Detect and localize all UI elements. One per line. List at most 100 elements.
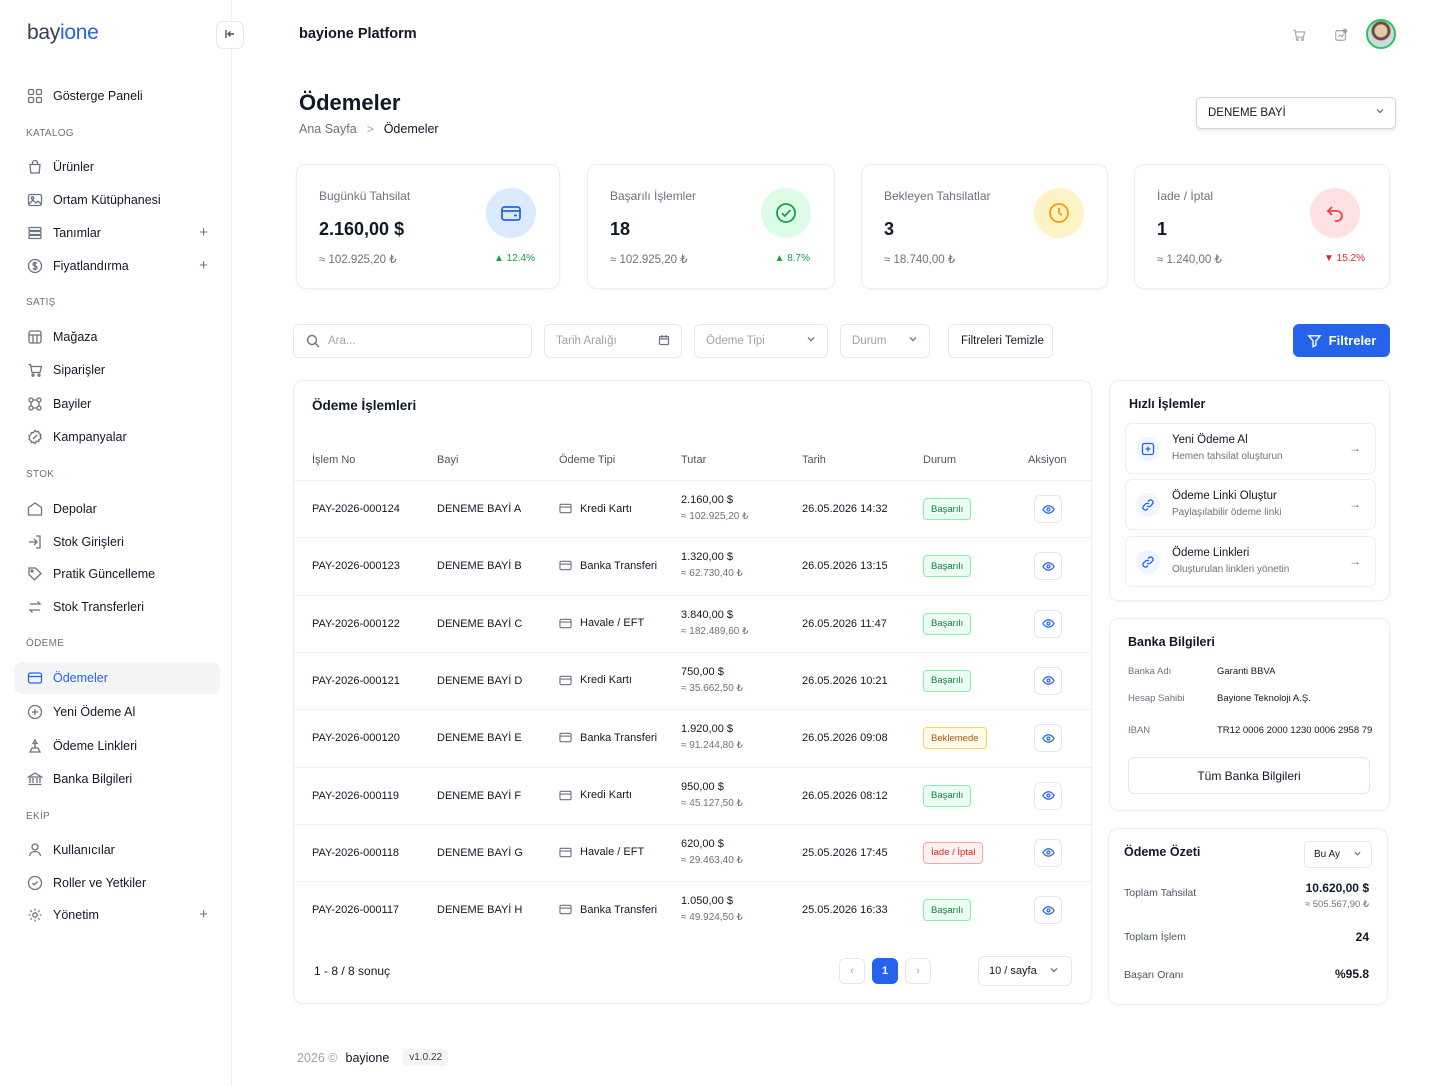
- quick-action-payment-links[interactable]: Ödeme Linkleri Oluşturulan linkleri yöne…: [1125, 536, 1376, 587]
- column-header[interactable]: Tarih: [802, 454, 826, 466]
- date-range-picker[interactable]: Tarih Aralığı: [544, 324, 682, 358]
- sidebar-item-management[interactable]: Yönetim +: [14, 899, 220, 931]
- quick-action-create-link[interactable]: Ödeme Linki Oluştur Paylaşılabilir ödeme…: [1125, 479, 1376, 530]
- sidebar-item-label: Gösterge Paneli: [53, 89, 143, 103]
- sidebar-item-roles[interactable]: Roller ve Yetkiler: [14, 867, 220, 899]
- view-button[interactable]: [1034, 781, 1062, 810]
- view-button[interactable]: [1034, 896, 1062, 925]
- cell-id: PAY-2026-000124: [312, 503, 400, 515]
- prev-page-button[interactable]: ‹: [839, 958, 865, 984]
- sidebar-item-dashboard[interactable]: Gösterge Paneli: [14, 80, 220, 112]
- footer-brand: bayione: [345, 1050, 390, 1065]
- payment-type-select[interactable]: Ödeme Tipi: [694, 324, 828, 358]
- sidebar-item-store[interactable]: Mağaza: [14, 321, 220, 353]
- view-button[interactable]: [1034, 609, 1062, 638]
- sidebar-item-payments[interactable]: Ödemeler: [14, 662, 220, 694]
- brand-logo[interactable]: bayione: [27, 21, 99, 45]
- table-row[interactable]: PAY-2026-000124 DENEME BAYİ A Kredi Kartı 2…: [294, 480, 1091, 537]
- next-page-button[interactable]: ›: [905, 958, 931, 984]
- sidebar-item-quick-update[interactable]: Pratik Güncelleme: [14, 558, 220, 590]
- date-range-label: Tarih Aralığı: [556, 335, 617, 347]
- cell-dealer: DENEME BAYİ E: [437, 732, 522, 745]
- cart-icon[interactable]: [1290, 26, 1308, 44]
- view-button[interactable]: [1034, 552, 1062, 581]
- sidebar-item-label: Bayiler: [53, 397, 92, 411]
- cell-payment-type: Kredi Kartı: [559, 674, 632, 687]
- expand-plus-icon[interactable]: +: [199, 257, 208, 274]
- table-row[interactable]: PAY-2026-000121 DENEME BAYİ D Kredi Kartı 7…: [294, 651, 1091, 709]
- table-row[interactable]: PAY-2026-000117 DENEME BAYİ H Banka Transf…: [294, 881, 1091, 938]
- sidebar-item-label: Roller ve Yetkiler: [53, 876, 147, 890]
- table-row[interactable]: PAY-2026-000122 DENEME BAYİ C Havale / EFT…: [294, 594, 1091, 652]
- plus-circle-icon: [26, 703, 44, 721]
- cell-amount: 620,00 $: [681, 837, 724, 850]
- breadcrumb-separator: >: [366, 122, 374, 136]
- search-field[interactable]: [293, 324, 532, 358]
- column-header[interactable]: Bayi: [437, 454, 458, 466]
- sidebar-item-campaigns[interactable]: Kampanyalar: [14, 421, 220, 453]
- column-header[interactable]: Tutar: [681, 454, 706, 466]
- status-badge: Başarılı: [923, 498, 972, 520]
- footer-year: 2026 ©: [297, 1050, 338, 1065]
- eye-icon: [1041, 674, 1055, 687]
- sidebar-item-pricing[interactable]: Fiyatlandırma +: [14, 250, 220, 282]
- stat-value: 2.160,00 $: [319, 219, 405, 239]
- cell-id: PAY-2026-000122: [312, 617, 400, 630]
- swap-icon: [26, 598, 44, 616]
- table-row[interactable]: PAY-2026-000118 DENEME BAYİ G Havale / EFT…: [294, 823, 1091, 881]
- per-page-select[interactable]: 10 / sayfa: [978, 956, 1072, 986]
- breadcrumb-home[interactable]: Ana Sayfa: [299, 122, 357, 136]
- filters-button[interactable]: Filtreler: [1293, 324, 1390, 357]
- sidebar-item-stock-entries[interactable]: Stok Girişleri: [14, 526, 220, 558]
- view-button[interactable]: [1034, 495, 1062, 523]
- sidebar-item-users[interactable]: Kullanıcılar: [14, 834, 220, 866]
- sidebar-item-payment-links[interactable]: Ödeme Linkleri: [14, 730, 220, 762]
- search-input[interactable]: [328, 335, 518, 347]
- notification-icon[interactable]: [1332, 26, 1350, 44]
- cell-id: PAY-2026-000119: [312, 789, 400, 802]
- all-bank-info-button[interactable]: Tüm Banka Bilgileri: [1128, 757, 1370, 794]
- sidebar-item-dealers[interactable]: Bayiler: [14, 388, 220, 420]
- sidebar-item-products[interactable]: Ürünler: [14, 151, 220, 183]
- cell-amount-try: ≈ 102.925,20 ₺: [681, 511, 749, 522]
- user-avatar[interactable]: [1366, 19, 1396, 49]
- sidebar-item-label: Kullanıcılar: [53, 843, 115, 857]
- sidebar-item-orders[interactable]: Siparişler: [14, 354, 220, 386]
- stat-sub: ≈ 102.925,20 ₺: [319, 254, 397, 266]
- sidebar-item-bank-info[interactable]: Banka Bilgileri: [14, 763, 220, 795]
- card-icon: [559, 502, 572, 515]
- table-row[interactable]: PAY-2026-000119 DENEME BAYİ F Kredi Kartı 9…: [294, 766, 1091, 824]
- column-header[interactable]: İşlem No: [312, 454, 355, 466]
- view-button[interactable]: [1034, 838, 1062, 867]
- table-row[interactable]: PAY-2026-000120 DENEME BAYİ E Banka Transf…: [294, 709, 1091, 766]
- sidebar-item-label: Pratik Güncelleme: [53, 567, 156, 581]
- sidebar-collapse-button[interactable]: [216, 21, 244, 49]
- sidebar-item-stock-transfers[interactable]: Stok Transferleri: [14, 591, 220, 623]
- cell-date: 26.05.2026 14:32: [802, 503, 888, 515]
- sidebar-item-definitions[interactable]: Tanımlar +: [14, 217, 220, 249]
- column-header[interactable]: Durum: [923, 454, 956, 466]
- view-button[interactable]: [1034, 724, 1062, 753]
- stat-change: ▲ 12.4%: [493, 253, 535, 264]
- period-select[interactable]: Bu Ay: [1304, 841, 1372, 868]
- sidebar-item-media-library[interactable]: Ortam Kütüphanesi: [14, 184, 220, 216]
- column-header[interactable]: Ödeme Tipi: [559, 454, 615, 466]
- sidebar-item-warehouses[interactable]: Depolar: [14, 493, 220, 525]
- expand-plus-icon[interactable]: +: [199, 906, 208, 923]
- clear-filters-button[interactable]: Filtreleri Temizle: [948, 324, 1053, 358]
- dealer-select-value: DENEME BAYİ: [1208, 107, 1286, 119]
- cell-amount-try: ≈ 45.127,50 ₺: [681, 797, 743, 809]
- status-select[interactable]: Durum: [840, 324, 930, 358]
- chevron-down-icon: [1353, 849, 1362, 860]
- sidebar-item-label: Ödemeler: [53, 671, 108, 685]
- view-button[interactable]: [1034, 666, 1062, 695]
- table-row[interactable]: PAY-2026-000123 DENEME BAYİ B Banka Transf…: [294, 537, 1091, 594]
- bank-info-title: Banka Bilgileri: [1128, 635, 1215, 649]
- cell-dealer: DENEME BAYİ F: [437, 789, 522, 802]
- expand-plus-icon[interactable]: +: [199, 224, 208, 241]
- card-icon: [559, 559, 572, 572]
- page-button-current[interactable]: 1: [872, 958, 898, 984]
- sidebar-item-new-payment[interactable]: Yeni Ödeme Al: [14, 696, 220, 728]
- quick-action-new-payment[interactable]: Yeni Ödeme Al Hemen tahsilat oluşturun →: [1125, 423, 1376, 474]
- dealer-select[interactable]: DENEME BAYİ: [1196, 97, 1396, 129]
